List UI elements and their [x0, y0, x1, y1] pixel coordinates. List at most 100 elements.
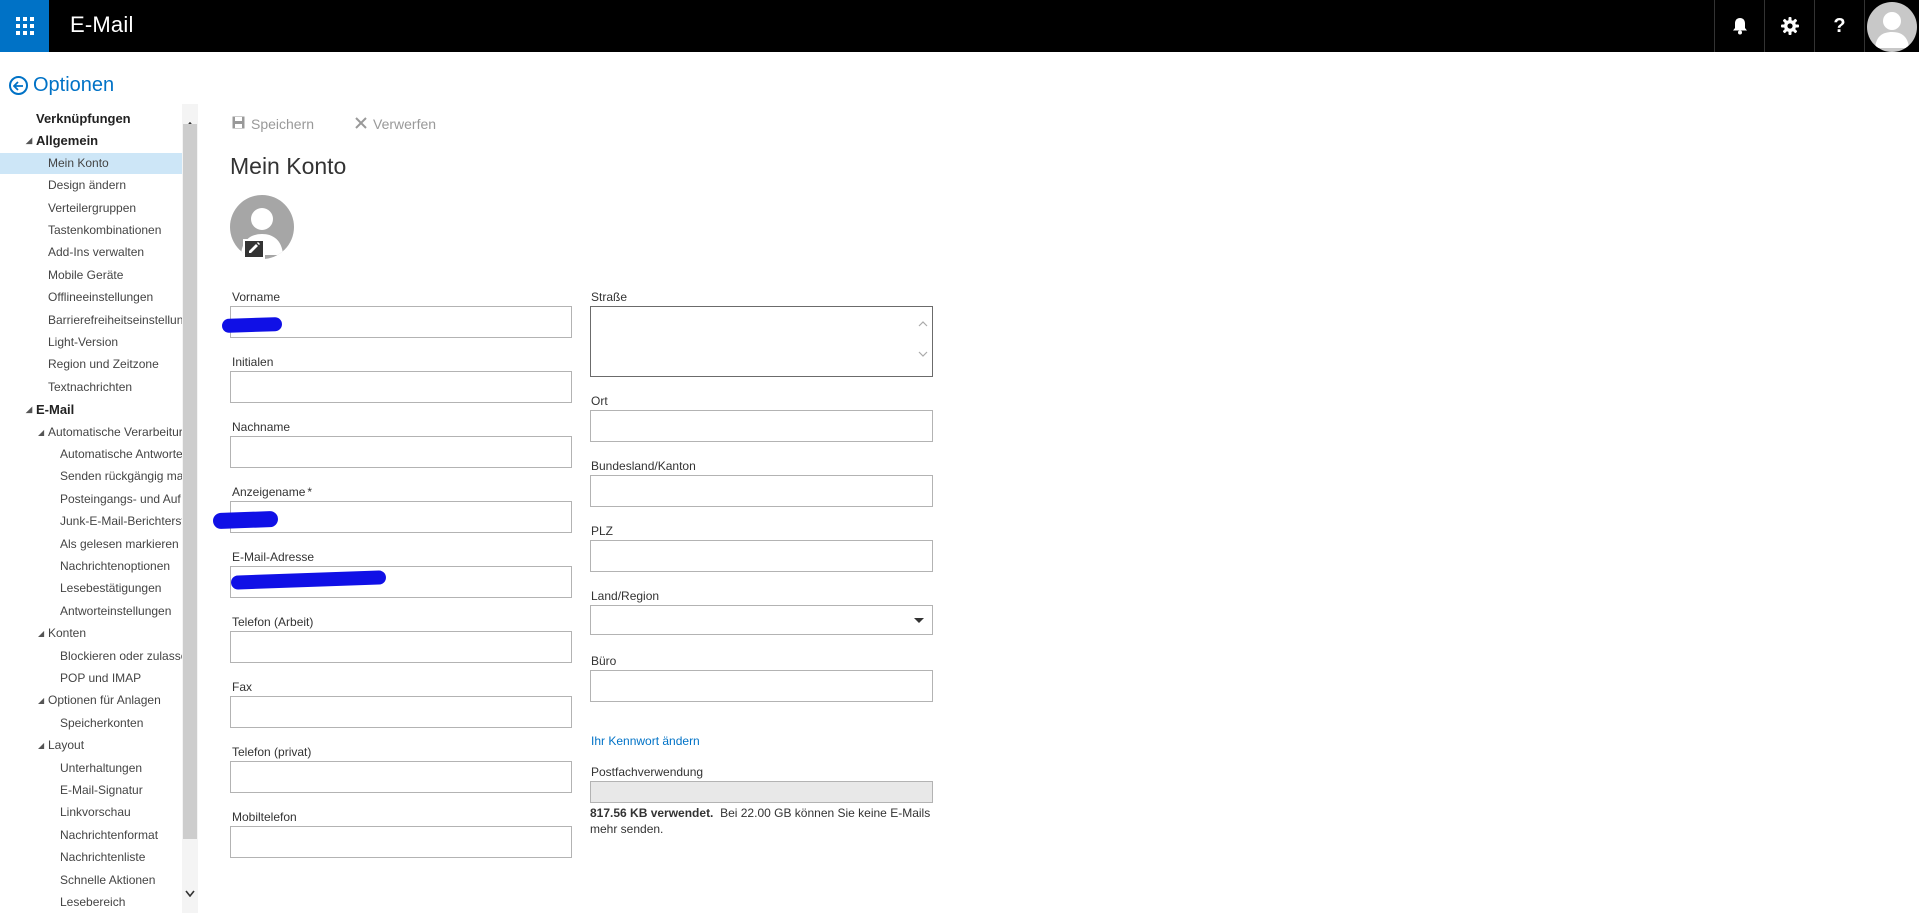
sidebar-item[interactable]: Nachrichtenoptionen [0, 556, 182, 577]
sidebar-item[interactable]: ◢ Layout [0, 735, 182, 756]
office-label: Büro [591, 654, 617, 668]
expand-caret-icon[interactable]: ◢ [38, 735, 44, 756]
text-field[interactable] [230, 826, 572, 858]
text-field[interactable] [230, 761, 572, 793]
sidebar-item[interactable]: Offlineeinstellungen [0, 287, 182, 308]
zip-input[interactable] [590, 540, 933, 572]
sidebar-item[interactable]: Mein Konto [0, 152, 182, 174]
sidebar-item[interactable]: ◢ Automatische Verarbeitur [0, 422, 182, 443]
user-avatar[interactable] [1867, 2, 1917, 52]
sidebar-item-label: POP und IMAP [60, 671, 142, 685]
sidebar-item[interactable]: POP und IMAP [0, 668, 182, 689]
textarea-scroll-down-icon[interactable] [918, 348, 928, 360]
field-label-text: Initialen [232, 355, 274, 369]
sidebar-item[interactable]: Linkvorschau [0, 802, 182, 823]
sidebar-item-label: Automatische Antworte [60, 447, 182, 461]
city-label: Ort [591, 394, 608, 408]
text-field[interactable] [230, 371, 572, 403]
options-sidebar: Verknüpfungen ◢ Allgemein Mein Konto Design … [0, 104, 182, 913]
textarea-scroll-up-icon[interactable] [918, 318, 928, 330]
options-back-link[interactable]: Optionen [9, 74, 114, 97]
sidebar-item-label: Light-Version [48, 335, 119, 349]
sidebar-item[interactable]: Blockieren oder zulasse [0, 646, 182, 667]
expand-caret-icon[interactable]: ◢ [26, 130, 32, 151]
office-input[interactable] [590, 670, 933, 702]
mailbox-usage-text: 817.56 KB verwendet. Bei 22.00 GB können… [590, 805, 933, 837]
sidebar-item[interactable]: Posteingangs- und Auf [0, 489, 182, 510]
sidebar-item[interactable]: Junk-E-Mail-Berichterst [0, 511, 182, 532]
sidebar-item-label: E-Mail-Signatur [60, 783, 143, 797]
text-field[interactable] [230, 696, 572, 728]
sidebar-item-label: Layout [48, 738, 85, 753]
text-field[interactable] [230, 436, 572, 468]
sidebar-item[interactable]: Verknüpfungen [0, 108, 182, 129]
sidebar-item[interactable]: Unterhaltungen [0, 758, 182, 779]
change-password-link[interactable]: Ihr Kennwort ändern [591, 734, 700, 748]
field-label-text: Mobiltelefon [232, 810, 297, 824]
sidebar-item-label: Optionen für Anlagen [48, 693, 161, 708]
sidebar-item-label: Tastenkombinationen [48, 223, 162, 237]
country-select[interactable] [590, 605, 933, 635]
sidebar-item-label: Design ändern [48, 178, 127, 193]
sidebar-item[interactable]: ◢ E-Mail [0, 399, 182, 420]
sidebar-item[interactable]: Nachrichtenliste [0, 847, 182, 868]
discard-label: Verwerfen [373, 116, 437, 132]
field-label-text: Telefon (privat) [232, 745, 312, 759]
text-field[interactable] [230, 501, 572, 533]
back-arrow-icon[interactable] [9, 76, 28, 95]
text-field[interactable] [230, 631, 572, 663]
field-label-text: E-Mail-Adresse [232, 550, 315, 564]
scrollbar-thumb[interactable] [183, 124, 197, 839]
app-launcher-icon[interactable] [0, 0, 49, 52]
sidebar-item[interactable]: Als gelesen markieren [0, 534, 182, 555]
scroll-down-icon[interactable] [182, 884, 198, 902]
sidebar-item-label: Lesebestätigungen [60, 581, 162, 596]
save-icon [232, 116, 245, 132]
help-icon[interactable]: ? [1814, 0, 1864, 52]
sidebar-item[interactable]: ◢ Allgemein [0, 130, 182, 151]
sidebar-item[interactable]: Verteilergruppen [0, 198, 182, 219]
sidebar-item[interactable]: Senden rückgängig ma [0, 466, 182, 487]
chevron-down-icon[interactable] [914, 618, 924, 623]
edit-photo-icon[interactable] [243, 239, 265, 259]
sidebar-item-label: Region und Zeitzone [48, 357, 159, 372]
field-label-text: Anzeigename [232, 485, 306, 499]
bell-icon[interactable] [1714, 0, 1764, 52]
sidebar-item[interactable]: Design ändern [0, 175, 182, 196]
sidebar-item[interactable]: Barrierefreiheitseinstellun [0, 310, 182, 331]
sidebar-item[interactable]: ◢ Optionen für Anlagen [0, 690, 182, 711]
state-input[interactable] [590, 475, 933, 507]
expand-caret-icon[interactable]: ◢ [38, 623, 44, 644]
sidebar-item[interactable]: Nachrichtenformat [0, 825, 182, 846]
save-label: Speichern [251, 116, 315, 132]
sidebar-item[interactable]: Mobile Geräte [0, 265, 182, 286]
sidebar-item[interactable]: Automatische Antworte [0, 444, 182, 465]
expand-caret-icon[interactable]: ◢ [38, 422, 44, 443]
sidebar-item[interactable]: Light-Version [0, 332, 182, 353]
expand-caret-icon[interactable]: ◢ [26, 399, 32, 420]
street-textarea[interactable] [590, 306, 933, 377]
sidebar-item[interactable]: Schnelle Aktionen [0, 870, 182, 891]
sidebar-item-label: Automatische Verarbeitur [48, 424, 182, 439]
sidebar-item[interactable]: Lesebestätigungen [0, 578, 182, 599]
sidebar-item[interactable]: ◢ Konten [0, 623, 182, 644]
sidebar-item[interactable]: Lesebereich [0, 892, 182, 913]
options-title[interactable]: Optionen [33, 74, 114, 97]
save-button[interactable]: Speichern [232, 116, 314, 132]
user-menu[interactable] [1864, 0, 1919, 52]
expand-caret-icon[interactable]: ◢ [38, 690, 44, 711]
sidebar-item[interactable]: E-Mail-Signatur [0, 780, 182, 801]
discard-button[interactable]: Verwerfen [355, 116, 436, 132]
sidebar-item[interactable]: Antworteinstellungen [0, 601, 182, 622]
sidebar-item-label: Add-Ins verwalten [48, 245, 145, 260]
sidebar-item[interactable]: Textnachrichten [0, 377, 182, 398]
sidebar-item[interactable]: Region und Zeitzone [0, 354, 182, 375]
street-label: Straße [591, 290, 628, 304]
city-input[interactable] [590, 410, 933, 442]
sidebar-item[interactable]: Tastenkombinationen [0, 220, 182, 241]
gear-icon[interactable] [1764, 0, 1814, 52]
field-label: Mobiltelefon [232, 810, 297, 824]
sidebar-item[interactable]: Add-Ins verwalten [0, 242, 182, 263]
sidebar-item[interactable]: Speicherkonten [0, 713, 182, 734]
field-label: Anzeigename * [232, 485, 312, 499]
